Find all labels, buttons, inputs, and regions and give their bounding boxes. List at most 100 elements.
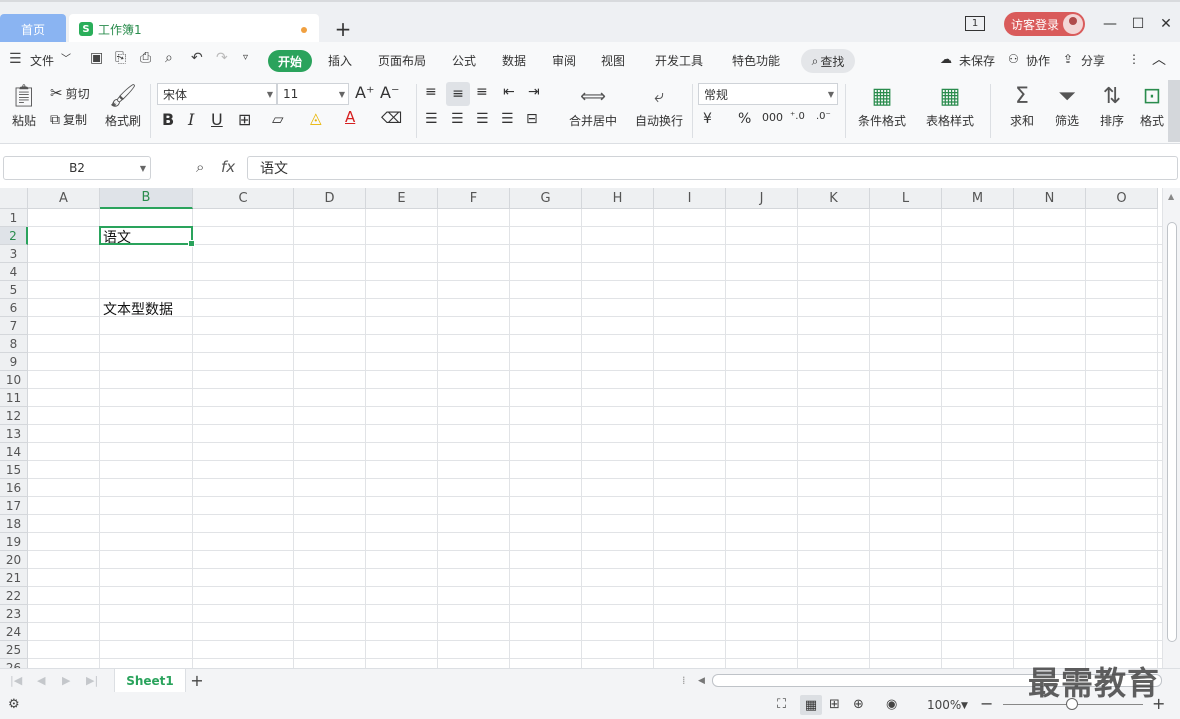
- increase-indent-icon[interactable]: ⇥: [528, 84, 540, 100]
- prev-sheet-icon[interactable]: ◀: [37, 674, 45, 687]
- increase-decimal-icon[interactable]: ⁺.0: [790, 111, 805, 122]
- column-header-n[interactable]: N: [1014, 188, 1086, 209]
- row-header-1[interactable]: 1: [0, 209, 28, 227]
- formula-input[interactable]: 语文: [247, 156, 1178, 180]
- row-header-13[interactable]: 13: [0, 425, 28, 443]
- vertical-scroll-thumb[interactable]: [1167, 222, 1177, 642]
- filter-button[interactable]: ⏷ 筛选: [1047, 82, 1087, 129]
- row-header-5[interactable]: 5: [0, 281, 28, 299]
- menu-tab-formulas[interactable]: 公式: [452, 52, 476, 69]
- column-header-b[interactable]: B: [100, 188, 193, 209]
- underline-icon[interactable]: U: [211, 110, 223, 129]
- column-header-c[interactable]: C: [193, 188, 294, 209]
- row-header-8[interactable]: 8: [0, 335, 28, 353]
- print-icon[interactable]: ⎙: [140, 50, 151, 66]
- row-header-3[interactable]: 3: [0, 245, 28, 263]
- column-header-f[interactable]: F: [438, 188, 510, 209]
- row-header-17[interactable]: 17: [0, 497, 28, 515]
- align-top-icon[interactable]: ≡: [425, 84, 437, 100]
- format-painter-button[interactable]: 🖌︎ 格式刷: [103, 82, 143, 129]
- decrease-font-icon[interactable]: A⁻: [380, 83, 399, 102]
- paste-button[interactable]: 📋︎ 粘贴: [6, 82, 42, 129]
- format-button[interactable]: ⊡ 格式: [1136, 82, 1168, 129]
- unsaved-status[interactable]: 未保存: [959, 52, 995, 69]
- row-header-24[interactable]: 24: [0, 623, 28, 641]
- macro-icon[interactable]: ⚙: [8, 697, 20, 712]
- row-header-19[interactable]: 19: [0, 533, 28, 551]
- cell-style-icon[interactable]: ▱: [272, 110, 284, 128]
- percent-icon[interactable]: %: [738, 111, 751, 127]
- menu-tab-data[interactable]: 数据: [502, 52, 526, 69]
- border-icon[interactable]: ⊞: [238, 110, 251, 129]
- row-header-7[interactable]: 7: [0, 317, 28, 335]
- customize-dropdown-icon[interactable]: ▿: [243, 52, 248, 63]
- zoom-out-icon[interactable]: −: [980, 694, 993, 713]
- eye-protection-icon[interactable]: ◉: [886, 697, 897, 712]
- menu-tab-start[interactable]: 开始: [268, 50, 312, 72]
- align-bottom-icon[interactable]: ≡: [476, 84, 488, 100]
- zoom-level[interactable]: 100%: [927, 698, 961, 712]
- row-header-15[interactable]: 15: [0, 461, 28, 479]
- column-header-j[interactable]: J: [726, 188, 798, 209]
- row-header-23[interactable]: 23: [0, 605, 28, 623]
- row-header-14[interactable]: 14: [0, 443, 28, 461]
- sum-button[interactable]: Σ 求和: [1002, 82, 1042, 129]
- scroll-left-icon[interactable]: ◀: [698, 676, 705, 686]
- row-header-26[interactable]: 26: [0, 659, 28, 668]
- row-header-4[interactable]: 4: [0, 263, 28, 281]
- table-style-button[interactable]: ▦ 表格样式: [919, 82, 981, 129]
- row-header-21[interactable]: 21: [0, 569, 28, 587]
- last-sheet-icon[interactable]: ▶|: [86, 674, 98, 687]
- font-size-select[interactable]: 11 ▼: [277, 83, 349, 105]
- selected-cell-border[interactable]: [99, 226, 195, 247]
- row-header-12[interactable]: 12: [0, 407, 28, 425]
- reading-mode-icon[interactable]: ⊕: [853, 697, 864, 712]
- menu-tab-review[interactable]: 审阅: [552, 52, 576, 69]
- share-button[interactable]: 分享: [1081, 52, 1105, 69]
- row-header-6[interactable]: 6: [0, 299, 28, 317]
- increase-font-icon[interactable]: A⁺: [355, 83, 374, 102]
- fill-color-icon[interactable]: ◬: [310, 109, 322, 127]
- column-header-i[interactable]: I: [654, 188, 726, 209]
- wrap-text-button[interactable]: ⤶ 自动换行: [632, 82, 686, 129]
- bold-icon[interactable]: B: [162, 110, 174, 129]
- more-icon[interactable]: ⋮: [1128, 52, 1140, 66]
- column-header-d[interactable]: D: [294, 188, 366, 209]
- zoom-formula-icon[interactable]: ⌕: [196, 158, 204, 176]
- scroll-up-icon[interactable]: ▲: [1168, 192, 1174, 201]
- hamburger-icon[interactable]: ☰: [9, 51, 22, 67]
- column-header-g[interactable]: G: [510, 188, 582, 209]
- window-count-badge[interactable]: 1: [965, 16, 985, 31]
- new-tab-button[interactable]: +: [332, 16, 354, 42]
- row-header-18[interactable]: 18: [0, 515, 28, 533]
- spreadsheet-grid[interactable]: A B C D E F G H I J K L M N O 1 2 3 4 5 6 7 8 9 10 11 12 13 14 15 16 17…: [0, 188, 1162, 668]
- column-header-o[interactable]: O: [1086, 188, 1158, 209]
- row-header-11[interactable]: 11: [0, 389, 28, 407]
- column-header-l[interactable]: L: [870, 188, 942, 209]
- row-header-25[interactable]: 25: [0, 641, 28, 659]
- menu-tab-view[interactable]: 视图: [601, 52, 625, 69]
- fx-icon[interactable]: fx: [221, 158, 235, 176]
- copy-button[interactable]: ⧉ 复制: [50, 111, 87, 128]
- merge-center-button[interactable]: ⟺ 合并居中: [562, 82, 624, 129]
- column-header-h[interactable]: H: [582, 188, 654, 209]
- distributed-align-icon[interactable]: ⊟: [526, 111, 538, 127]
- tab-workbook[interactable]: S 工作簿1: [69, 14, 319, 44]
- number-format-select[interactable]: 常规 ▼: [698, 83, 838, 105]
- share-icon[interactable]: ⇪: [1063, 52, 1073, 66]
- column-header-a[interactable]: A: [28, 188, 100, 209]
- menu-tab-special[interactable]: 特色功能: [732, 52, 780, 69]
- row-header-22[interactable]: 22: [0, 587, 28, 605]
- chevron-down-icon[interactable]: ﹀: [61, 50, 71, 65]
- guest-login-button[interactable]: 访客登录: [1004, 12, 1085, 36]
- normal-view-icon[interactable]: ▦: [800, 695, 822, 715]
- thousands-icon[interactable]: 000: [762, 111, 783, 124]
- export-icon[interactable]: ⎘: [115, 50, 126, 66]
- next-sheet-icon[interactable]: ▶: [62, 674, 70, 687]
- conditional-format-button[interactable]: ▦ 条件格式: [851, 82, 913, 129]
- sheet-tab-sheet1[interactable]: Sheet1: [114, 669, 186, 692]
- search-button[interactable]: ⌕ 查找: [801, 49, 855, 73]
- sort-button[interactable]: ⇅ 排序: [1092, 82, 1132, 129]
- justify-icon[interactable]: ☰: [501, 111, 514, 127]
- cut-button[interactable]: ✂ 剪切: [50, 84, 90, 102]
